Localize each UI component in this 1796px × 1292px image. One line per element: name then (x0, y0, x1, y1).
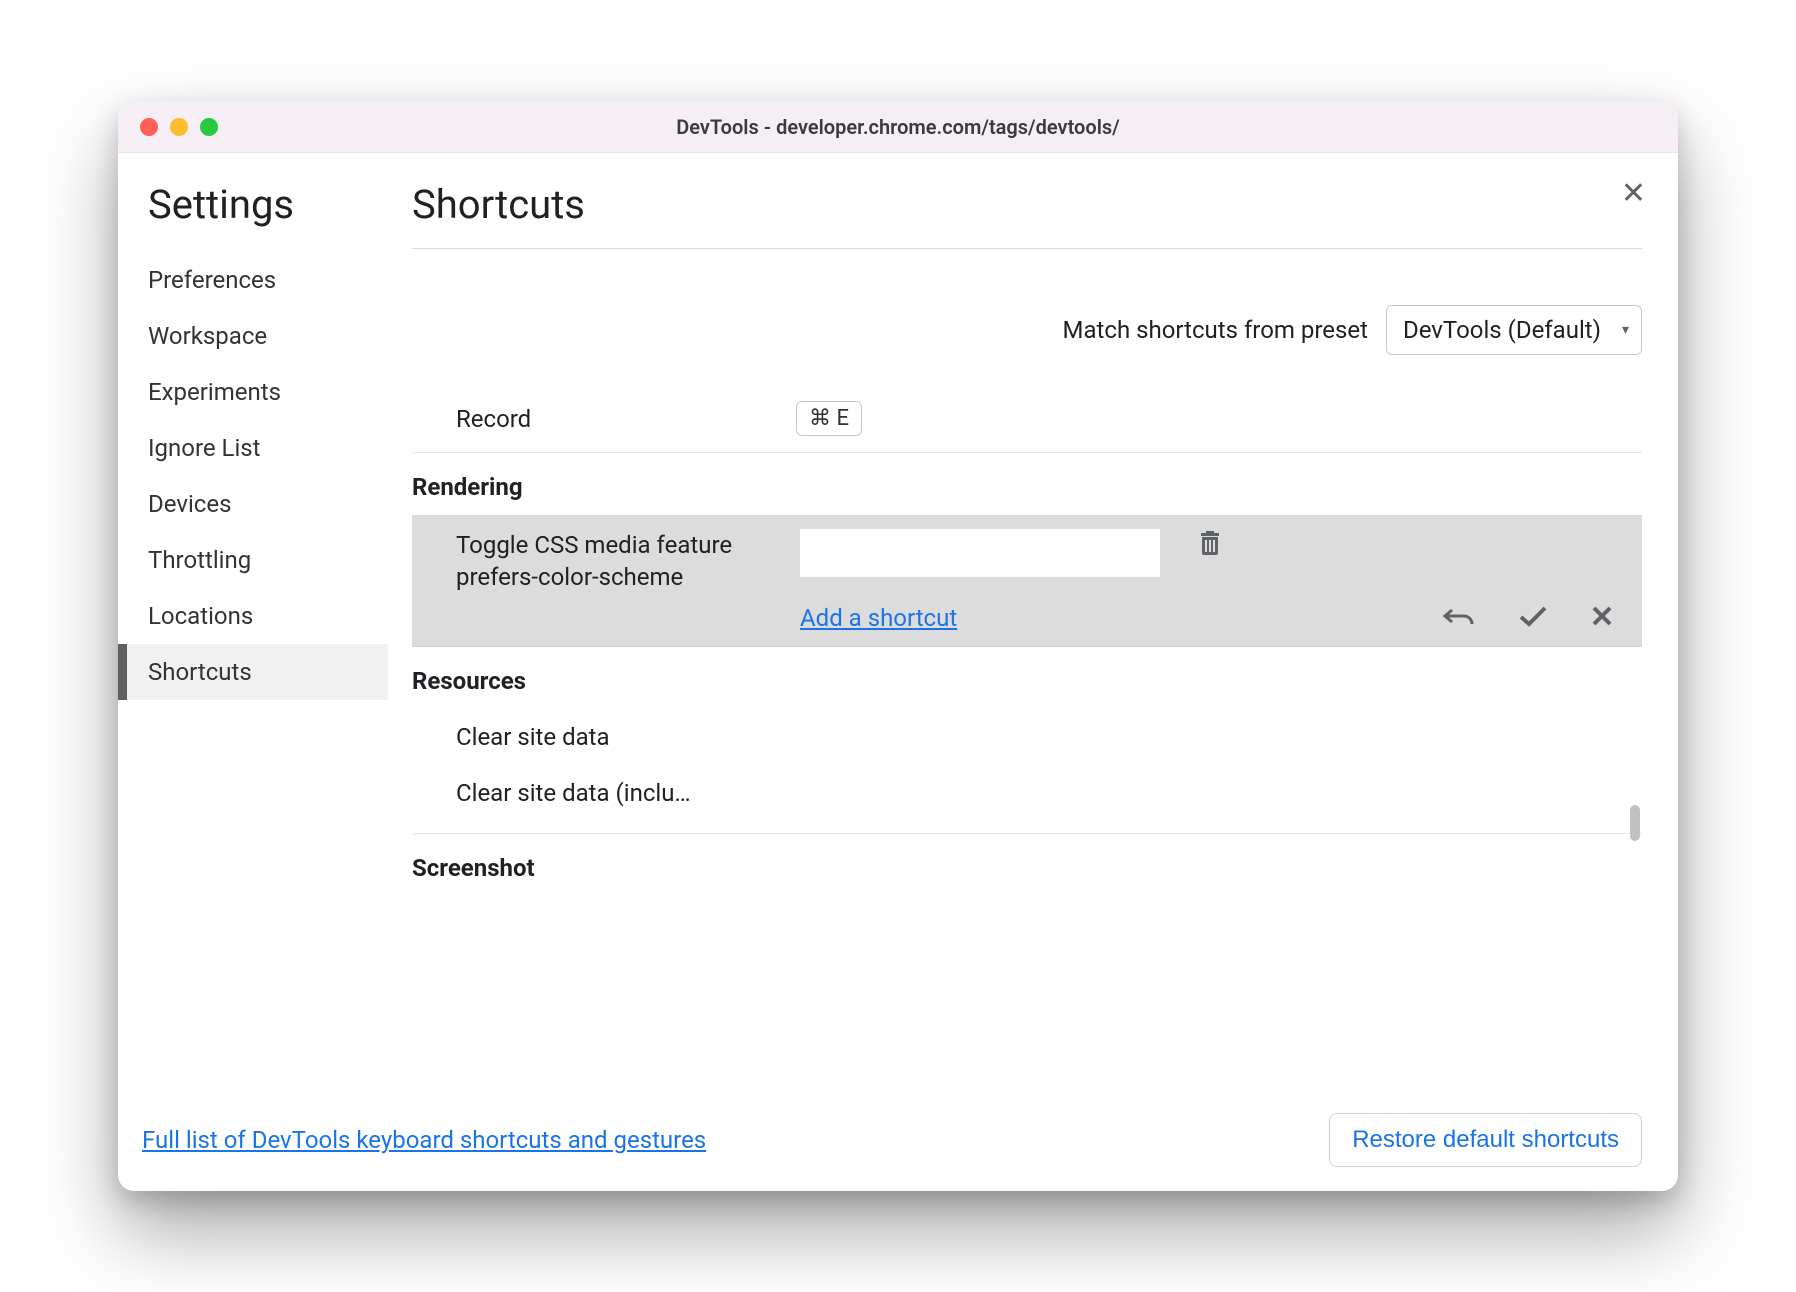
full-shortcuts-link[interactable]: Full list of DevTools keyboard shortcuts… (142, 1126, 706, 1154)
sidebar-item-ignore-list[interactable]: Ignore List (118, 420, 388, 476)
shortcut-key-record: ⌘ E (796, 401, 862, 436)
content-area: ✕ Settings Preferences Workspace Experim… (118, 153, 1678, 1191)
shortcut-edit-block: Toggle CSS media feature prefers-color-s… (412, 515, 1642, 647)
preset-label: Match shortcuts from preset (1063, 316, 1368, 344)
shortcuts-scroll-area: Record ⌘ E Rendering Toggle CSS media fe… (412, 385, 1642, 1099)
trash-icon[interactable] (1198, 529, 1222, 557)
title-divider (412, 248, 1642, 249)
shortcut-edit-label: Toggle CSS media feature prefers-color-s… (456, 529, 782, 594)
resources-item-clear-site-data-including: Clear site data (inclu… (412, 765, 1642, 821)
scrollbar-thumb[interactable] (1630, 805, 1640, 841)
window-titlebar: DevTools - developer.chrome.com/tags/dev… (118, 101, 1678, 153)
shortcut-edit-actions (1442, 604, 1614, 628)
section-header-rendering: Rendering (412, 453, 1642, 515)
sidebar-item-shortcuts[interactable]: Shortcuts (118, 644, 388, 700)
confirm-icon[interactable] (1518, 604, 1548, 628)
add-shortcut-link[interactable]: Add a shortcut (800, 604, 957, 632)
footer: Full list of DevTools keyboard shortcuts… (118, 1099, 1678, 1191)
body-row: Settings Preferences Workspace Experimen… (118, 153, 1678, 1099)
restore-defaults-button[interactable]: Restore default shortcuts (1329, 1113, 1642, 1167)
preset-select-value: DevTools (Default) (1403, 316, 1601, 344)
sidebar-title: Settings (118, 181, 388, 228)
zoom-window-button[interactable] (200, 118, 218, 136)
traffic-lights (140, 118, 218, 136)
shortcut-edit-top: Toggle CSS media feature prefers-color-s… (456, 529, 1618, 594)
preset-select[interactable]: DevTools (Default) (1386, 305, 1642, 355)
cancel-icon[interactable] (1590, 604, 1614, 628)
section-header-resources: Resources (412, 647, 1642, 709)
preset-row: Match shortcuts from preset DevTools (De… (412, 305, 1642, 355)
settings-sidebar: Settings Preferences Workspace Experimen… (118, 153, 388, 1099)
sidebar-item-experiments[interactable]: Experiments (118, 364, 388, 420)
resources-item-clear-site-data: Clear site data (412, 709, 1642, 765)
sidebar-item-preferences[interactable]: Preferences (118, 252, 388, 308)
section-header-screenshot: Screenshot (412, 834, 1642, 896)
devtools-settings-window: DevTools - developer.chrome.com/tags/dev… (118, 101, 1678, 1191)
sidebar-item-throttling[interactable]: Throttling (118, 532, 388, 588)
main-panel: Shortcuts Match shortcuts from preset De… (388, 153, 1678, 1099)
shortcut-row-record: Record ⌘ E (412, 385, 1642, 453)
window-title: DevTools - developer.chrome.com/tags/dev… (118, 115, 1678, 139)
sidebar-item-locations[interactable]: Locations (118, 588, 388, 644)
shortcut-input[interactable] (800, 529, 1160, 577)
undo-icon[interactable] (1442, 604, 1476, 628)
minimize-window-button[interactable] (170, 118, 188, 136)
sidebar-item-workspace[interactable]: Workspace (118, 308, 388, 364)
page-title: Shortcuts (412, 181, 1642, 228)
shortcut-label-record: Record (456, 405, 796, 433)
close-window-button[interactable] (140, 118, 158, 136)
sidebar-item-devices[interactable]: Devices (118, 476, 388, 532)
